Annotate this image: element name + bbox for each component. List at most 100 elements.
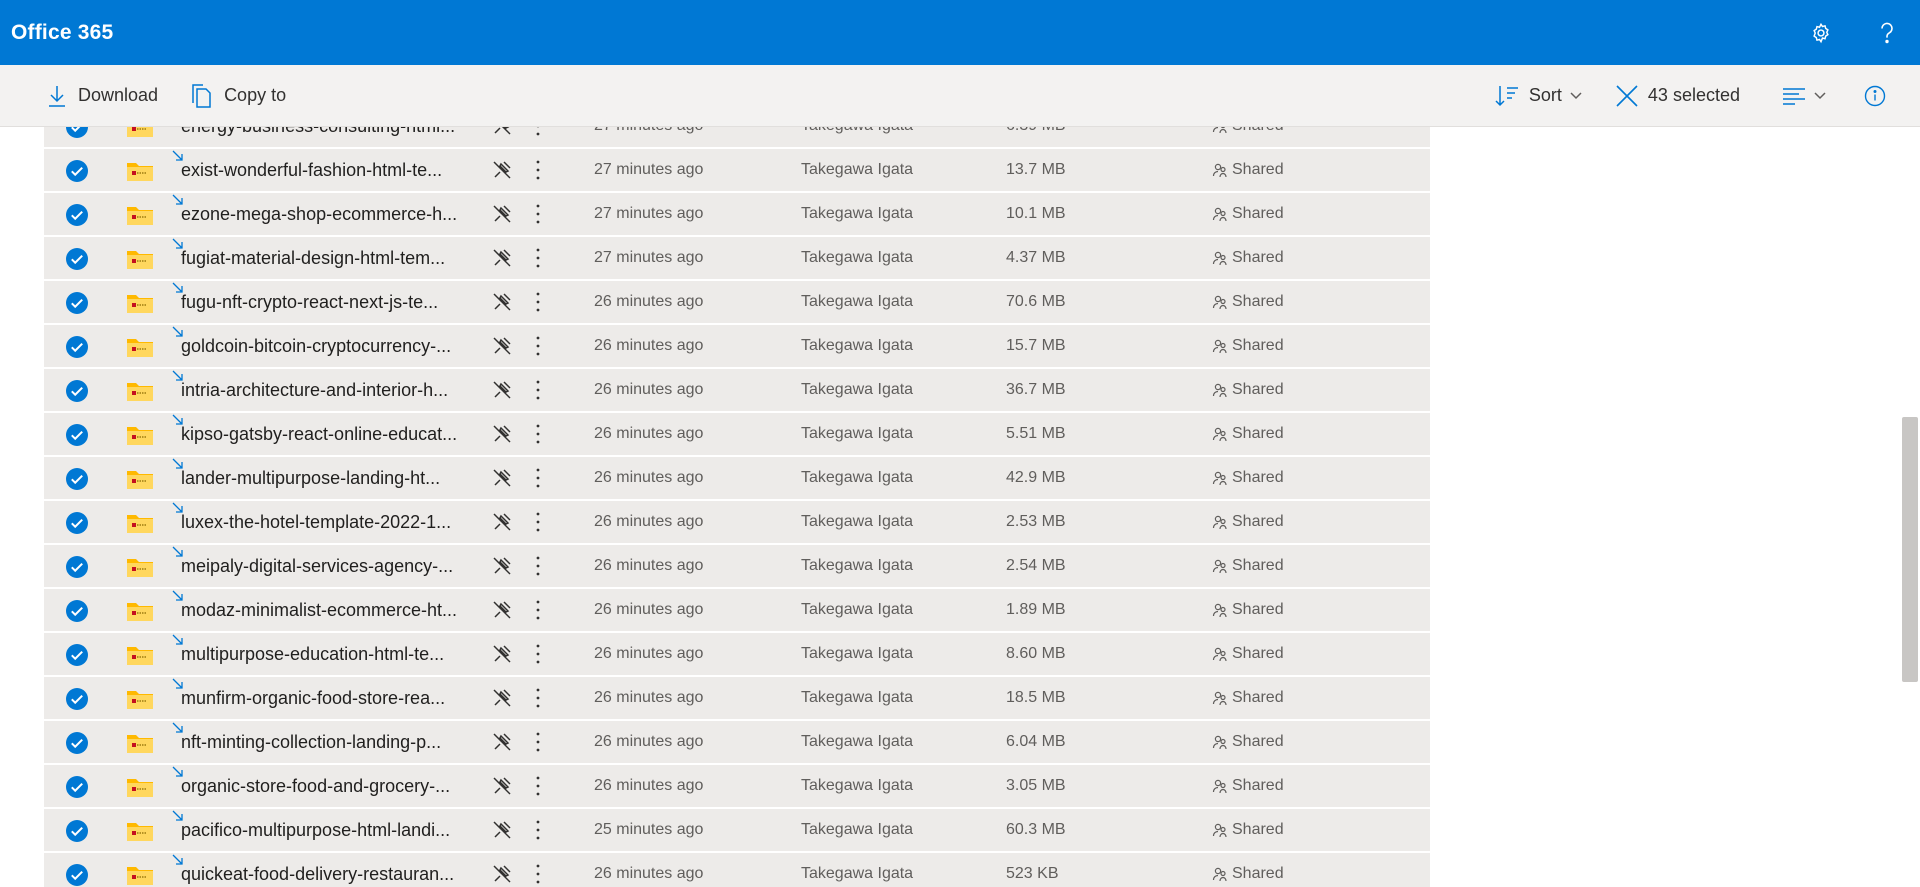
more-options-icon[interactable]: [532, 290, 544, 314]
file-name[interactable]: munfirm-organic-food-store-rea...: [181, 688, 486, 709]
more-options-icon[interactable]: [532, 466, 544, 490]
more-options-icon[interactable]: [532, 686, 544, 710]
file-name[interactable]: pacifico-multipurpose-html-landi...: [181, 820, 486, 841]
sort-button[interactable]: Sort: [1485, 65, 1592, 126]
more-options-icon[interactable]: [532, 510, 544, 534]
file-name[interactable]: fugu-nft-crypto-react-next-js-te...: [181, 292, 486, 313]
file-name[interactable]: meipaly-digital-services-agency-...: [181, 556, 486, 577]
more-options-icon[interactable]: [532, 202, 544, 226]
file-row[interactable]: luxex-the-hotel-template-2022-1... 26 mi…: [44, 501, 1430, 544]
checkmark-circle-icon[interactable]: [65, 159, 89, 183]
app-title[interactable]: Office 365: [0, 21, 113, 45]
file-name[interactable]: quickeat-food-delivery-restauran...: [181, 864, 486, 885]
view-options-button[interactable]: [1772, 65, 1836, 126]
pin-icon[interactable]: [492, 600, 512, 620]
checkmark-circle-icon[interactable]: [65, 819, 89, 843]
file-row[interactable]: munfirm-organic-food-store-rea... 26 min…: [44, 677, 1430, 720]
pin-icon[interactable]: [492, 688, 512, 708]
pin-icon[interactable]: [492, 820, 512, 840]
help-button[interactable]: [1854, 0, 1920, 65]
file-name[interactable]: organic-store-food-and-grocery-...: [181, 776, 486, 797]
pin-icon[interactable]: [492, 468, 512, 488]
pin-icon[interactable]: [492, 336, 512, 356]
file-row[interactable]: kipso-gatsby-react-online-educat... 26 m…: [44, 413, 1430, 456]
file-row[interactable]: lander-multipurpose-landing-ht... 26 min…: [44, 457, 1430, 500]
file-row[interactable]: intria-architecture-and-interior-h... 26…: [44, 369, 1430, 412]
pin-icon[interactable]: [492, 864, 512, 884]
scrollbar-thumb[interactable]: [1902, 417, 1918, 682]
more-options-icon[interactable]: [532, 774, 544, 798]
file-row[interactable]: quickeat-food-delivery-restauran... 26 m…: [44, 853, 1430, 887]
checkmark-circle-icon[interactable]: [65, 687, 89, 711]
file-name[interactable]: exist-wonderful-fashion-html-te...: [181, 160, 486, 181]
pin-icon[interactable]: [492, 776, 512, 796]
pin-icon[interactable]: [492, 127, 512, 136]
more-options-icon[interactable]: [532, 554, 544, 578]
settings-button[interactable]: [1788, 0, 1854, 65]
more-options-icon[interactable]: [532, 127, 544, 138]
file-row[interactable]: organic-store-food-and-grocery-... 26 mi…: [44, 765, 1430, 808]
checkmark-circle-icon[interactable]: [65, 555, 89, 579]
file-row[interactable]: energy-business-consulting-html... 27 mi…: [44, 127, 1430, 148]
pin-icon[interactable]: [492, 512, 512, 532]
more-options-icon[interactable]: [532, 246, 544, 270]
checkmark-circle-icon[interactable]: [65, 127, 89, 139]
pin-icon[interactable]: [492, 160, 512, 180]
file-row[interactable]: fugu-nft-crypto-react-next-js-te... 26 m…: [44, 281, 1430, 324]
more-options-icon[interactable]: [532, 422, 544, 446]
more-options-icon[interactable]: [532, 158, 544, 182]
file-row[interactable]: multipurpose-education-html-te... 26 min…: [44, 633, 1430, 676]
checkmark-circle-icon[interactable]: [65, 467, 89, 491]
checkmark-circle-icon[interactable]: [65, 203, 89, 227]
file-name[interactable]: lander-multipurpose-landing-ht...: [181, 468, 486, 489]
file-name[interactable]: ezone-mega-shop-ecommerce-h...: [181, 204, 486, 225]
info-button[interactable]: [1854, 65, 1896, 126]
file-row[interactable]: fugiat-material-design-html-tem... 27 mi…: [44, 237, 1430, 280]
checkmark-circle-icon[interactable]: [65, 863, 89, 887]
file-name[interactable]: energy-business-consulting-html...: [181, 127, 486, 137]
pin-icon[interactable]: [492, 644, 512, 664]
file-row[interactable]: ezone-mega-shop-ecommerce-h... 27 minute…: [44, 193, 1430, 236]
file-row[interactable]: goldcoin-bitcoin-cryptocurrency-... 26 m…: [44, 325, 1430, 368]
checkmark-circle-icon[interactable]: [65, 379, 89, 403]
checkmark-circle-icon[interactable]: [65, 599, 89, 623]
pin-icon[interactable]: [492, 292, 512, 312]
file-name[interactable]: multipurpose-education-html-te...: [181, 644, 486, 665]
file-name[interactable]: kipso-gatsby-react-online-educat...: [181, 424, 486, 445]
file-name[interactable]: modaz-minimalist-ecommerce-ht...: [181, 600, 486, 621]
pin-icon[interactable]: [492, 248, 512, 268]
pin-icon[interactable]: [492, 732, 512, 752]
pin-icon[interactable]: [492, 556, 512, 576]
file-name[interactable]: luxex-the-hotel-template-2022-1...: [181, 512, 486, 533]
checkmark-circle-icon[interactable]: [65, 731, 89, 755]
pin-icon[interactable]: [492, 424, 512, 444]
file-row[interactable]: meipaly-digital-services-agency-... 26 m…: [44, 545, 1430, 588]
download-button[interactable]: Download: [38, 65, 168, 126]
file-name[interactable]: intria-architecture-and-interior-h...: [181, 380, 486, 401]
file-name[interactable]: goldcoin-bitcoin-cryptocurrency-...: [181, 336, 486, 357]
file-row[interactable]: nft-minting-collection-landing-p... 26 m…: [44, 721, 1430, 764]
more-options-icon[interactable]: [532, 598, 544, 622]
file-name[interactable]: fugiat-material-design-html-tem...: [181, 248, 486, 269]
copy-to-button[interactable]: Copy to: [180, 65, 296, 126]
clear-selection-button[interactable]: 43 selected: [1606, 65, 1750, 126]
more-options-icon[interactable]: [532, 730, 544, 754]
file-row[interactable]: exist-wonderful-fashion-html-te... 27 mi…: [44, 149, 1430, 192]
more-options-icon[interactable]: [532, 642, 544, 666]
file-row[interactable]: pacifico-multipurpose-html-landi... 25 m…: [44, 809, 1430, 852]
checkmark-circle-icon[interactable]: [65, 511, 89, 535]
checkmark-circle-icon[interactable]: [65, 247, 89, 271]
checkmark-circle-icon[interactable]: [65, 291, 89, 315]
checkmark-circle-icon[interactable]: [65, 643, 89, 667]
more-options-icon[interactable]: [532, 818, 544, 842]
file-name[interactable]: nft-minting-collection-landing-p...: [181, 732, 486, 753]
more-options-icon[interactable]: [532, 378, 544, 402]
more-options-icon[interactable]: [532, 334, 544, 358]
pin-icon[interactable]: [492, 204, 512, 224]
more-options-icon[interactable]: [532, 862, 544, 886]
checkmark-circle-icon[interactable]: [65, 775, 89, 799]
file-row[interactable]: modaz-minimalist-ecommerce-ht... 26 minu…: [44, 589, 1430, 632]
pin-icon[interactable]: [492, 380, 512, 400]
vertical-scrollbar[interactable]: [1900, 127, 1920, 887]
checkmark-circle-icon[interactable]: [65, 423, 89, 447]
